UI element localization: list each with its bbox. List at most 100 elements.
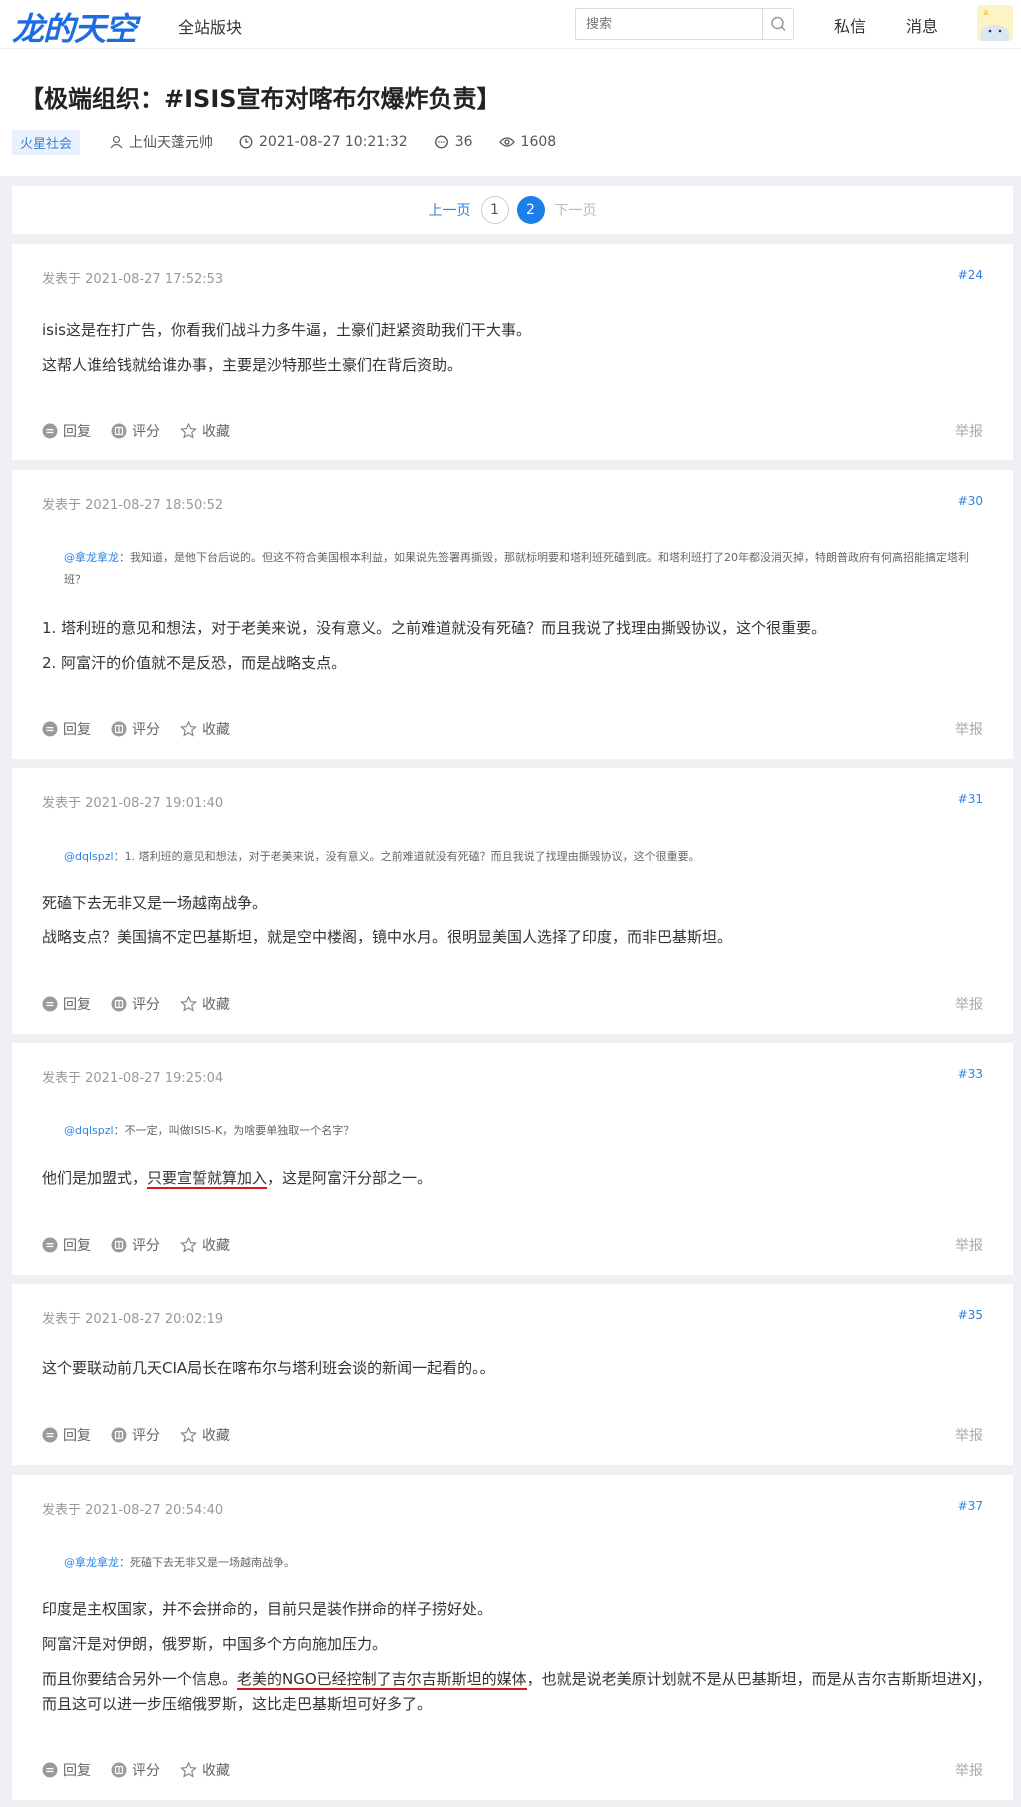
rate-label: 评分	[132, 1763, 160, 1779]
quote-user-link[interactable]: @拿龙拿龙	[64, 551, 119, 564]
report-button[interactable]: 举报	[955, 719, 983, 739]
view-count: 1608	[498, 134, 557, 150]
quote-user-link[interactable]: @dqlspzl	[64, 1124, 114, 1137]
post-date: 发表于 2021-08-27 20:54:40	[42, 1503, 224, 1518]
favorite-label: 收藏	[202, 1238, 230, 1254]
nav-messages[interactable]: 消息	[906, 13, 938, 37]
post-24: 发表于 2021-08-27 17:52:53 #24 isis这是在打广告，你…	[12, 244, 1013, 460]
post-text: 死磕下去无非又是一场越南战争。	[42, 894, 268, 912]
eye-icon	[498, 137, 515, 147]
comment-count-text: 36	[454, 134, 473, 150]
reply-icon	[42, 1237, 58, 1253]
post-date: 发表于 2021-08-27 17:52:53	[42, 272, 224, 287]
rate-button[interactable]: 评分	[111, 994, 160, 1014]
favorite-button[interactable]: 收藏	[180, 994, 230, 1014]
reply-button[interactable]: 回复	[42, 1760, 91, 1780]
reply-button[interactable]: 回复	[42, 994, 91, 1014]
rate-button[interactable]: 评分	[111, 719, 160, 739]
rate-button[interactable]: 评分	[111, 421, 160, 441]
post-floor[interactable]: #24	[958, 268, 983, 282]
site-logo[interactable]: 龙的天空	[12, 4, 137, 50]
favorite-button[interactable]: 收藏	[180, 1235, 230, 1255]
star-icon	[180, 1427, 197, 1443]
user-icon	[110, 135, 123, 149]
favorite-label: 收藏	[202, 997, 230, 1013]
search-icon	[771, 16, 786, 32]
rate-label: 评分	[132, 997, 160, 1013]
post-floor[interactable]: #30	[958, 494, 983, 508]
text-segment: 而且你要结合另外一个信息。	[42, 1670, 238, 1688]
rate-icon	[111, 423, 127, 439]
reply-label: 回复	[63, 1428, 91, 1444]
favorite-button[interactable]: 收藏	[180, 1425, 230, 1445]
post-text: isis这是在打广告，你看我们战斗力多牛逼，土豪们赶紧资助我们干大事。	[42, 321, 531, 339]
prev-page-link[interactable]: 上一页	[429, 200, 471, 220]
post-text: 2. 阿富汗的价值就不是反恐，而是战略支点。	[42, 654, 347, 672]
reply-icon	[42, 1762, 58, 1778]
text-segment: ，这是阿富汗分部之一。	[267, 1169, 433, 1187]
post-actions: 回复 评分 收藏	[42, 1235, 250, 1255]
post-actions: 回复 评分 收藏	[42, 719, 250, 739]
nav-all-boards[interactable]: 全站版块	[178, 14, 242, 38]
page-2-button[interactable]: 2	[516, 196, 545, 224]
reply-icon	[42, 1427, 58, 1443]
reply-icon	[42, 996, 58, 1012]
quote-text: ：1. 塔利班的意见和想法，对于老美来说，没有意义。之前难道就没有死磕？而且我说…	[113, 850, 700, 863]
rate-button[interactable]: 评分	[111, 1760, 160, 1780]
search-button[interactable]	[762, 9, 793, 39]
post-date: 发表于 2021-08-27 18:50:52	[42, 498, 224, 513]
author[interactable]: 上仙天蓬元帅	[110, 132, 213, 152]
post-actions: 回复 评分 收藏	[42, 421, 250, 441]
post-31: 发表于 2021-08-27 19:01:40 #31 @dqlspzl：1. …	[12, 768, 1013, 1034]
search-box	[575, 8, 794, 40]
report-button[interactable]: 举报	[955, 994, 983, 1014]
reply-label: 回复	[63, 997, 91, 1013]
post-floor[interactable]: #33	[958, 1067, 983, 1081]
favorite-button[interactable]: 收藏	[180, 1760, 230, 1780]
favorite-button[interactable]: 收藏	[180, 421, 230, 441]
top-bar: 龙的天空 全站版块 私信 消息	[0, 0, 1021, 48]
report-button[interactable]: 举报	[955, 421, 983, 441]
rate-icon	[111, 721, 127, 737]
author-name[interactable]: 上仙天蓬元帅	[129, 132, 213, 152]
post-floor[interactable]: #37	[958, 1499, 983, 1513]
view-count-text: 1608	[520, 134, 557, 150]
report-button[interactable]: 举报	[955, 1425, 983, 1445]
report-button[interactable]: 举报	[955, 1760, 983, 1780]
quote-user-link[interactable]: @拿龙拿龙	[64, 1556, 119, 1569]
rate-icon	[111, 1762, 127, 1778]
reply-button[interactable]: 回复	[42, 1235, 91, 1255]
rate-button[interactable]: 评分	[111, 1425, 160, 1445]
post-date: 发表于 2021-08-27 19:25:04	[42, 1071, 224, 1086]
post-actions: 回复 评分 收藏	[42, 994, 250, 1014]
quote-text: ：不一定，叫做ISIS-K，为啥要单独取一个名字？	[113, 1124, 355, 1137]
reply-button[interactable]: 回复	[42, 1425, 91, 1445]
reply-button[interactable]: 回复	[42, 719, 91, 739]
rate-label: 评分	[132, 424, 160, 440]
nav-private-message[interactable]: 私信	[834, 13, 866, 37]
quote-user-link[interactable]: @dqlspzl	[64, 850, 114, 863]
rate-icon	[111, 1237, 127, 1253]
reply-button[interactable]: 回复	[42, 421, 91, 441]
favorite-button[interactable]: 收藏	[180, 719, 230, 739]
report-button[interactable]: 举报	[955, 1235, 983, 1255]
search-input[interactable]	[576, 9, 764, 39]
board-tag[interactable]: 火星社会	[12, 129, 81, 155]
post-floor[interactable]: #31	[958, 792, 983, 806]
rate-label: 评分	[132, 1238, 160, 1254]
rate-button[interactable]: 评分	[111, 1235, 160, 1255]
quote-block: @dqlspzl：不一定，叫做ISIS-K，为啥要单独取一个名字？	[64, 1120, 974, 1142]
post-30: 发表于 2021-08-27 18:50:52 #30 @拿龙拿龙：我知道，是他…	[12, 470, 1013, 759]
post-text: 这个要联动前几天CIA局长在喀布尔与塔利班会谈的新闻一起看的。。	[42, 1359, 495, 1377]
post-text: 而且你要结合另外一个信息。老美的NGO已经控制了吉尔吉斯斯坦的媒体，也就是说老美…	[42, 1667, 992, 1717]
post-33: 发表于 2021-08-27 19:25:04 #33 @dqlspzl：不一定…	[12, 1043, 1013, 1275]
user-avatar[interactable]	[977, 5, 1013, 41]
post-text: 这帮人谁给钱就给谁办事，主要是沙特那些土豪们在背后资助。	[42, 356, 463, 374]
post-text: 印度是主权国家，并不会拼命的，目前只是装作拼命的样子捞好处。	[42, 1600, 493, 1618]
next-page-link: 下一页	[554, 203, 597, 219]
page-1-button[interactable]: 1	[480, 196, 509, 224]
star-icon	[180, 1762, 197, 1778]
favorite-label: 收藏	[202, 1428, 230, 1444]
post-floor[interactable]: #35	[958, 1308, 983, 1322]
avatar-image	[977, 5, 1013, 41]
